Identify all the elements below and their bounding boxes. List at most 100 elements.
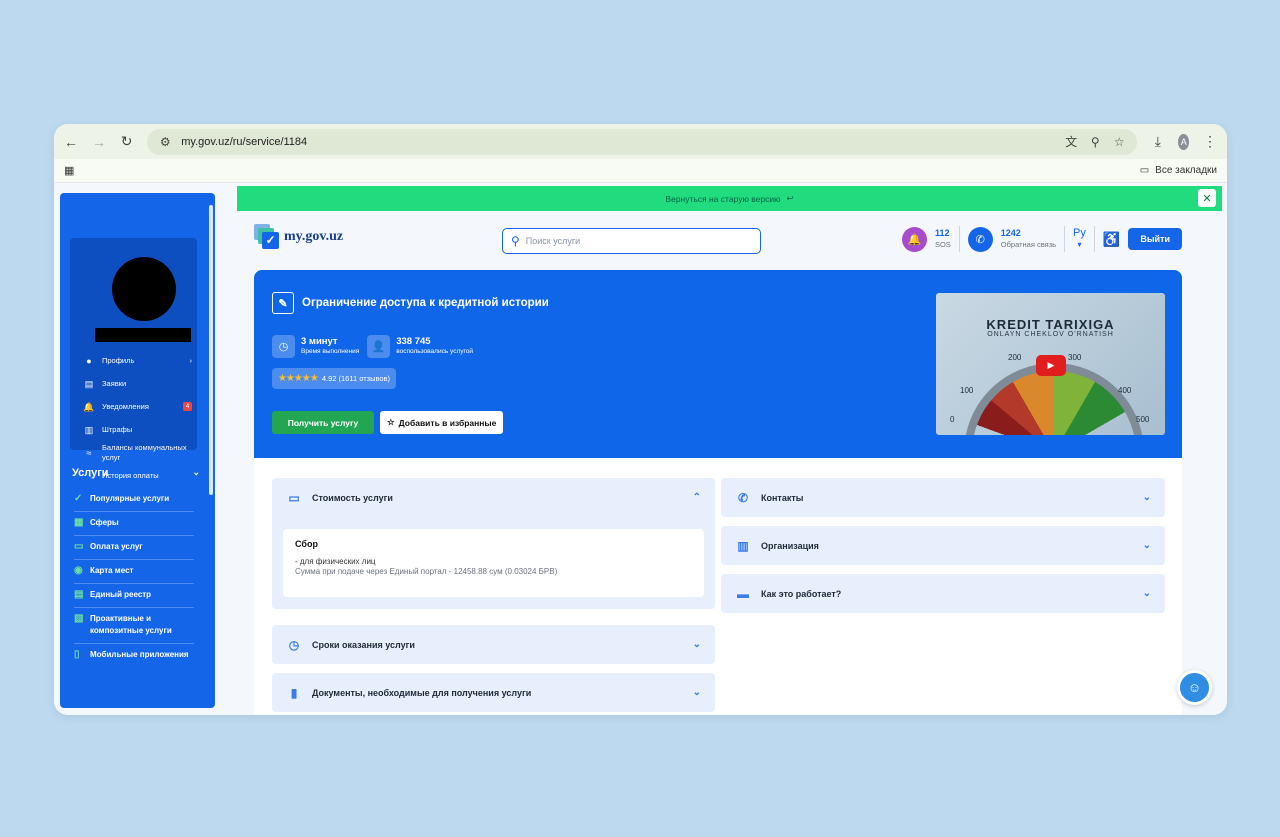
old-version-link[interactable]: Вернуться на старую версию [665, 194, 780, 204]
site-settings-icon[interactable]: ⚙ [157, 134, 173, 150]
fee-amount: Сумма при подаче через Единый портал - 1… [295, 567, 558, 576]
chevron-down-icon: ⌄ [1142, 492, 1151, 503]
users-label: воспользовались услугой [396, 347, 473, 355]
fee-line: - для физических лиц [295, 557, 376, 566]
accordion-organization-header[interactable]: ▥ Организация ⌄ [721, 526, 1165, 565]
sos-bell-icon[interactable]: 🔔 [901, 226, 927, 252]
profile-menu-utilities[interactable]: ≈ Балансы коммунальных услуг [84, 441, 192, 464]
card-icon: ▭ [74, 541, 84, 552]
utility-icon: ≈ [86, 447, 92, 458]
building-icon: ▥ [737, 538, 749, 553]
gauge-tick: 100 [960, 386, 974, 395]
mobile-icon: ▯ [74, 649, 80, 660]
download-icon[interactable]: ⤓ [1151, 132, 1164, 152]
star-outline-icon: ☆ [387, 417, 395, 427]
card-icon: ▭ [288, 490, 300, 505]
old-version-banner[interactable]: Вернуться на старую версию ↩ ✕ [237, 186, 1222, 211]
sos-info[interactable]: 112 SOS [935, 228, 951, 250]
url-text[interactable]: my.gov.uz/ru/service/1184 [181, 136, 1055, 148]
clock-icon: ◷ [272, 335, 295, 358]
fee-title: Сбор [295, 539, 318, 549]
phone-icon: ✆ [737, 490, 749, 505]
accordion-title: Контакты [761, 492, 804, 503]
accordion-contacts[interactable]: ✆ Контакты ⌄ [721, 478, 1165, 517]
add-favorite-button[interactable]: ☆ Добавить в избранные [380, 411, 504, 434]
accordion-documents[interactable]: ▮ Документы, необходимые для получения у… [272, 673, 715, 712]
logout-button[interactable]: Выйти [1128, 228, 1182, 250]
profile-card: ● Профиль › ▤ Заявки 🔔 Уведомления 4 ▥ Ш… [70, 238, 197, 481]
chevron-down-icon: ⌄ [692, 639, 701, 650]
get-service-button[interactable]: Получить услугу [272, 411, 374, 434]
language-selector[interactable]: Ру ▾ [1073, 228, 1086, 250]
chat-bot-icon[interactable]: ☺ [1177, 670, 1212, 705]
translate-icon[interactable]: 文 [1063, 134, 1079, 150]
profile-menu-fines[interactable]: ▥ Штрафы [84, 418, 192, 441]
search-input[interactable]: ⚲ Поиск услуги [502, 228, 761, 254]
back-icon[interactable]: ← [64, 132, 78, 152]
accordion-how-header[interactable]: ▬ Как это работает? ⌄ [721, 574, 1165, 613]
feedback-info[interactable]: 1242 Обратная связь [1001, 228, 1056, 250]
chevron-down-icon: ⌄ [192, 467, 200, 477]
rating-badge[interactable]: ★★★★★ 4.92 (1611 отзывов) [272, 368, 397, 389]
divider [958, 226, 960, 252]
sidebar-scrollbar[interactable] [209, 205, 213, 495]
sidebar-item-mobile[interactable]: ▯ Мобильные приложения [74, 644, 194, 667]
accordion-cost-header[interactable]: ▭ Стоимость услуги ⌃ [272, 478, 715, 517]
play-icon[interactable]: ▶ [1036, 355, 1066, 376]
bell-icon: 🔔 [83, 401, 95, 412]
page-viewport: ● Профиль › ▤ Заявки 🔔 Уведомления 4 ▥ Ш… [54, 183, 1227, 715]
bookmark-star-icon[interactable]: ☆ [1111, 134, 1127, 150]
sidebar: ● Профиль › ▤ Заявки 🔔 Уведомления 4 ▥ Ш… [60, 193, 215, 708]
sidebar-item-popular[interactable]: ✓ Популярные услуги [74, 488, 194, 512]
site-logo[interactable]: ✓ my.gov.uz [254, 224, 343, 250]
sidebar-item-spheres[interactable]: ▦ Сферы [74, 512, 194, 536]
sidebar-item-label: Единый реестр [90, 590, 152, 599]
sidebar-item-payment[interactable]: ▭ Оплата услуг [74, 536, 194, 560]
sidebar-item-composite[interactable]: ▧ Проактивные и композитные услуги [74, 608, 194, 644]
close-icon[interactable]: ✕ [1198, 189, 1216, 207]
accordion-terms[interactable]: ◷ Сроки оказания услуги ⌄ [272, 625, 715, 664]
sidebar-item-label: Популярные услуги [90, 494, 170, 503]
service-details: ▭ Стоимость услуги ⌃ Сбор - для физическ… [254, 458, 1182, 715]
fine-icon: ▥ [84, 424, 94, 435]
user-name-redacted [95, 328, 191, 342]
reload-icon[interactable]: ↻ [120, 132, 133, 152]
accordion-terms-header[interactable]: ◷ Сроки оказания услуги ⌄ [272, 625, 715, 664]
profile-menu-notifications[interactable]: 🔔 Уведомления 4 [83, 395, 192, 418]
accordion-title: Сроки оказания услуги [312, 639, 415, 650]
accordion-contacts-header[interactable]: ✆ Контакты ⌄ [721, 478, 1165, 517]
browser-profile-avatar[interactable]: A [1178, 133, 1190, 150]
sidebar-item-map[interactable]: ◉ Карта мест [74, 560, 194, 584]
profile-menu-requests[interactable]: ▤ Заявки [84, 372, 192, 395]
divider [1093, 226, 1095, 252]
chevron-down-icon: ⌄ [1142, 540, 1151, 551]
services-header[interactable]: Услуги ⌄ [72, 467, 200, 479]
phone-number: 1242 [1000, 228, 1021, 238]
search-icon: ⚲ [511, 234, 520, 248]
user-icon: ● [86, 355, 92, 366]
apps-grid-icon[interactable]: ▦ [64, 164, 74, 177]
all-bookmarks[interactable]: ▭ Все закладки [1140, 165, 1217, 176]
document-icon: ▤ [84, 378, 94, 389]
chevron-right-icon: › [189, 355, 193, 365]
accordion-documents-header[interactable]: ▮ Документы, необходимые для получения у… [272, 673, 715, 712]
sos-number: 112 [934, 228, 950, 238]
address-bar[interactable]: ⚙ my.gov.uz/ru/service/1184 文 ⚲ ☆ [147, 128, 1138, 155]
profile-menu-profile[interactable]: ● Профиль › [84, 349, 192, 372]
avatar[interactable] [112, 257, 176, 321]
accordion-how[interactable]: ▬ Как это работает? ⌄ [721, 574, 1165, 613]
accordion-organization[interactable]: ▥ Организация ⌄ [721, 526, 1165, 565]
accessibility-icon[interactable]: ♿ [1103, 231, 1120, 248]
phone-label: Обратная связь [1000, 240, 1057, 249]
video-thumbnail[interactable]: KREDIT TARIXIGA ONLAYN CHEKLOV O'RNATISH… [936, 293, 1165, 435]
video-title: KREDIT TARIXIGA [986, 317, 1115, 332]
browser-menu-icon[interactable]: ⋮ [1203, 132, 1217, 152]
forward-icon[interactable]: → [92, 132, 106, 152]
phone-icon[interactable]: ✆ [967, 226, 993, 252]
sidebar-item-registry[interactable]: ▤ Единый реестр [74, 584, 194, 608]
chevron-down-icon: ⌄ [1142, 588, 1151, 599]
zoom-icon[interactable]: ⚲ [1087, 134, 1103, 150]
notification-badge: 4 [183, 402, 192, 411]
chevron-up-icon: ⌃ [692, 492, 701, 503]
gauge-tick: 400 [1118, 386, 1132, 395]
